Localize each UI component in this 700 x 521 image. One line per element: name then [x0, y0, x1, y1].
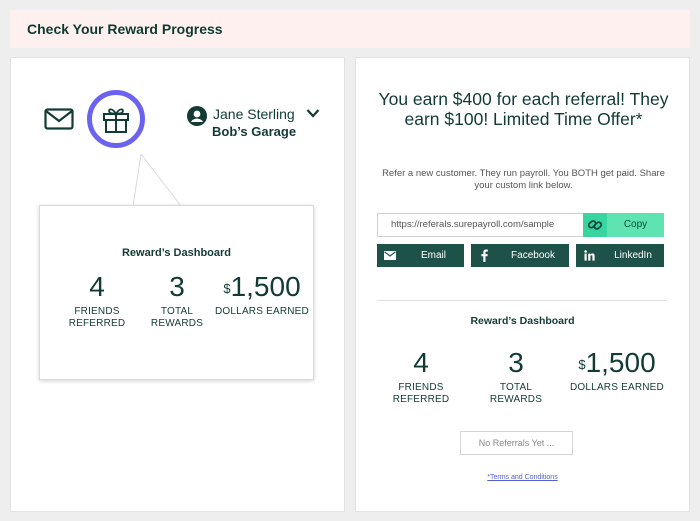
copy-button[interactable]: Copy — [607, 213, 664, 237]
share-linkedin-label: LinkedIn — [614, 250, 652, 261]
right-panel: You earn $400 for each referral! They ea… — [355, 57, 690, 512]
user-avatar-icon — [187, 106, 207, 126]
user-company: Bob’s Garage — [212, 124, 297, 139]
stat-label: FRIENDS REFERRED — [68, 306, 126, 329]
stat-value: 4 — [89, 271, 105, 302]
dashboard-title: Reward’s Dashboard — [121, 247, 231, 259]
terms-link[interactable]: *Terms and Conditions — [356, 474, 689, 481]
stat-label: TOTAL REWARDS — [150, 306, 204, 329]
popup-pointer — [133, 154, 182, 206]
header-bar: Check Your Reward Progress — [10, 10, 690, 48]
share-linkedin-button[interactable]: LinkedIn — [576, 244, 664, 267]
stat-label: FRIENDS REFERRED — [392, 382, 450, 405]
referral-link-field[interactable]: https://referals.surepayroll.com/sample — [377, 213, 584, 237]
share-email-label: Email — [420, 250, 446, 261]
link-icon — [587, 220, 603, 230]
stat-total-rewards: 3 TOTAL REWARDS — [142, 272, 212, 330]
linkedin-icon — [576, 244, 602, 267]
link-button[interactable] — [583, 213, 607, 237]
page-title: Check Your Reward Progress — [27, 21, 223, 37]
stat-label: DOLLARS EARNED — [570, 382, 664, 393]
stat-label: DOLLARS EARNED — [215, 306, 309, 317]
currency-symbol: $ — [223, 281, 231, 296]
stat-dollars-earned: $1,500 DOLLARS EARNED — [567, 348, 667, 394]
stat-value: 3 — [508, 347, 524, 378]
chevron-down-icon[interactable] — [306, 108, 320, 118]
offer-subtext: Refer a new customer. They run payroll. … — [382, 168, 665, 191]
share-facebook-label: Facebook — [511, 250, 555, 261]
divider — [377, 300, 667, 301]
offer-headline: You earn $400 for each referral! They ea… — [378, 89, 669, 129]
share-email-button[interactable]: Email — [377, 244, 464, 267]
stat-friends-referred: 4 FRIENDS REFERRED — [386, 348, 456, 406]
user-name: Jane Sterling — [213, 106, 295, 122]
mail-icon — [377, 244, 403, 267]
share-facebook-button[interactable]: Facebook — [471, 244, 569, 267]
stat-value: $1,500 — [212, 272, 312, 302]
stat-label: TOTAL REWARDS — [489, 382, 543, 405]
gift-icon — [103, 108, 129, 133]
gift-button[interactable] — [87, 90, 145, 148]
rewards-popup: Reward’s Dashboard 4 FRIENDS REFERRED 3 … — [39, 205, 314, 380]
stat-amount: 1,500 — [230, 271, 301, 302]
currency-symbol: $ — [578, 357, 586, 372]
no-referrals-button[interactable]: No Referrals Yet ... — [460, 431, 573, 455]
left-panel: Jane Sterling Bob’s Garage Reward’s Dash… — [10, 57, 345, 512]
facebook-icon — [471, 244, 497, 267]
stat-value: 3 — [169, 271, 185, 302]
stat-value: 4 — [413, 347, 429, 378]
stat-value: $1,500 — [567, 348, 667, 378]
mail-icon[interactable] — [44, 108, 74, 130]
stat-amount: 1,500 — [585, 347, 656, 378]
stat-dollars-earned: $1,500 DOLLARS EARNED — [212, 272, 312, 318]
stat-friends-referred: 4 FRIENDS REFERRED — [62, 272, 132, 330]
stat-total-rewards: 3 TOTAL REWARDS — [481, 348, 551, 406]
dashboard-title: Reward’s Dashboard — [470, 315, 575, 327]
